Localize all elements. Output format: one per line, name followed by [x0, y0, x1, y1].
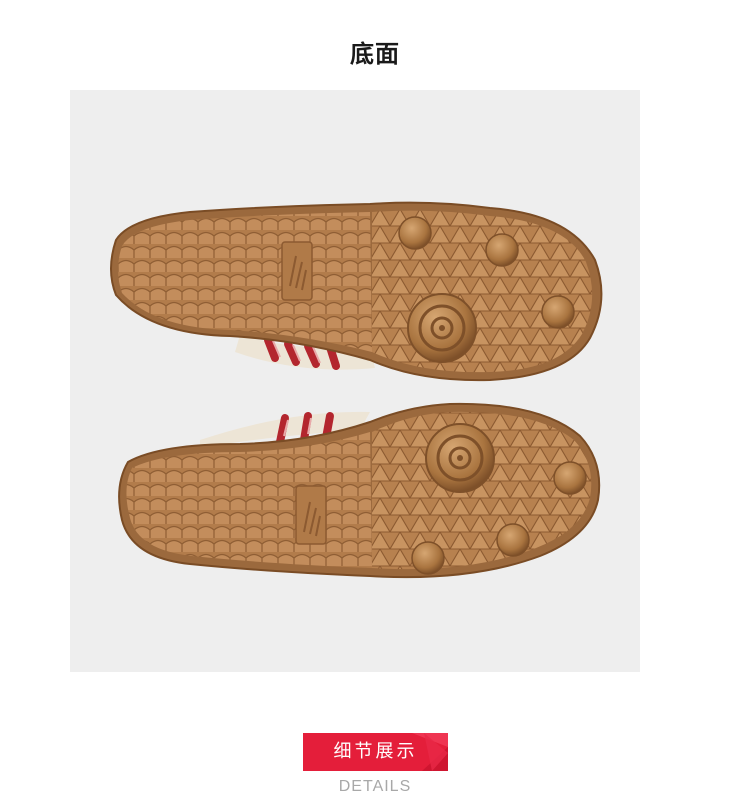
top-shoe — [110, 201, 603, 382]
details-badge: 细节展示 — [303, 733, 448, 771]
sole-illustration — [110, 201, 603, 579]
details-subtitle: DETAILS — [338, 778, 412, 795]
details-badge-label: 细节展示 — [333, 741, 418, 762]
bottom-shoe — [118, 402, 601, 579]
section-title: 底面 — [350, 40, 400, 68]
product-image — [70, 90, 640, 672]
